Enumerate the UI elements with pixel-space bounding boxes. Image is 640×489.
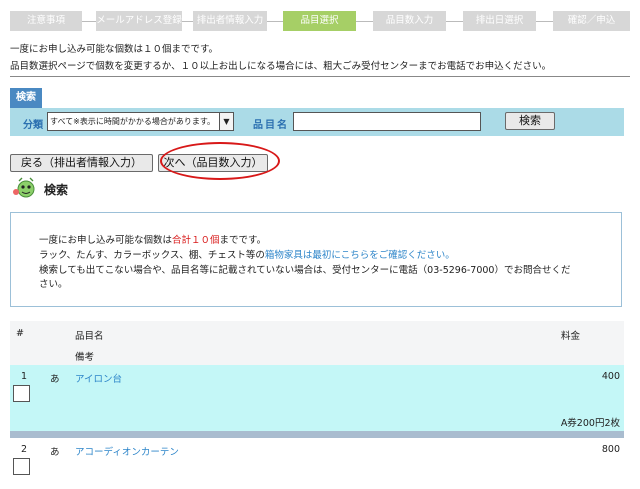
category-select[interactable]: すべて※表示に時間がかかる場合があります。 ▼ <box>47 112 234 131</box>
category-select-value: すべて※表示に時間がかかる場合があります。 <box>50 117 216 126</box>
row-kana: あ <box>50 374 60 385</box>
step-discharge-date: 排出日選択 <box>463 11 536 31</box>
row-price: 800 <box>601 444 620 455</box>
category-label: 分類 <box>23 120 43 131</box>
row-separator <box>10 431 624 438</box>
notice-limit-text: 合計１０個 <box>172 235 220 246</box>
notice-line-3: 検索しても出てこない場合や、品目名等に記載されていない場合は、受付センターに電話… <box>39 265 571 276</box>
item-name-input[interactable] <box>293 112 481 131</box>
item-name-label: 品目名 <box>253 120 289 131</box>
step-confirm-apply: 確認／申込 <box>553 11 630 31</box>
table-header: # 品目名 料金 備考 <box>10 321 624 365</box>
back-button[interactable]: 戻る（排出者情報入力） <box>10 154 153 172</box>
step-item-count: 品目数入力 <box>373 11 446 31</box>
notice-line-2: ラック、たんす、カラーボックス、棚、チェスト等の箱物家具は最初にこちらをご確認く… <box>39 250 455 261</box>
divider <box>10 76 630 77</box>
row-note: A券200円2枚 <box>560 418 620 429</box>
table-row[interactable]: 2 あ アコーディオンカーテン 800 <box>10 438 624 489</box>
search-heading-title: 検索 <box>44 183 69 197</box>
row-checkbox[interactable] <box>13 458 30 475</box>
step-notes: 注意事項 <box>10 11 82 31</box>
row-checkbox[interactable] <box>13 385 30 402</box>
intro-line-1: 一度にお申し込み可能な個数は１０個までです。 <box>10 44 219 55</box>
col-item-name: 品目名 <box>75 331 104 342</box>
col-price: 料金 <box>561 331 581 342</box>
intro-line-2: 品目数選択ページで個数を変更するか、１０以上お出しになる場合には、粗大ごみ受付セ… <box>10 61 552 72</box>
col-number: # <box>16 328 24 339</box>
search-heading: 検索 <box>10 177 68 201</box>
row-number: 1 <box>21 371 28 382</box>
col-note: 備考 <box>75 352 95 363</box>
notice-box: 一度にお申し込み可能な個数は合計１０個までです。 ラック、たんす、カラーボックス… <box>10 212 622 307</box>
row-item-name[interactable]: アコーディオンカーテン <box>75 444 179 458</box>
step-item-selection: 品目選択 <box>283 11 356 31</box>
search-button[interactable]: 検索 <box>505 112 555 130</box>
table-row[interactable]: 1 あ アイロン台 400 A券200円2枚 <box>10 365 624 431</box>
notice-line-4: さい。 <box>39 279 68 290</box>
notice-line-1: 一度にお申し込み可能な個数は合計１０個までです。 <box>39 235 267 246</box>
step-email-registration: メールアドレス登録 <box>96 11 182 31</box>
row-kana: あ <box>50 447 60 458</box>
search-tab: 検索 <box>10 88 42 108</box>
highlight-ellipse <box>160 142 280 180</box>
chevron-down-icon: ▼ <box>219 113 233 130</box>
step-discharger-info: 排出者情報入力 <box>193 11 267 31</box>
search-bar: 分類 すべて※表示に時間がかかる場合があります。 ▼ 品目名 検索 <box>10 108 624 136</box>
progress-steps: 注意事項 メールアドレス登録 排出者情報入力 品目選択 品目数入力 排出日選択 … <box>10 11 630 31</box>
box-furniture-link[interactable]: 箱物家具は最初にこちらをご確認ください。 <box>265 250 455 261</box>
character-icon <box>13 177 35 198</box>
row-price: 400 <box>601 371 620 382</box>
row-item-name[interactable]: アイロン台 <box>75 371 122 385</box>
row-number: 2 <box>21 444 28 455</box>
